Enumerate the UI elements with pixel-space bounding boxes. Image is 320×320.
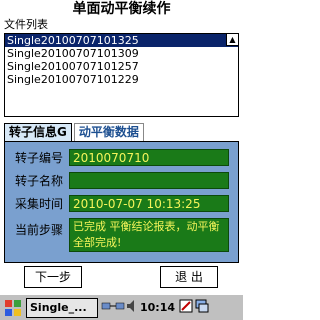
- rotor-no-label: 转子编号: [15, 151, 64, 165]
- rotor-no-field[interactable]: 2010070710: [69, 149, 229, 166]
- windows-start-icon[interactable]: [2, 297, 24, 319]
- volume-icon[interactable]: [126, 299, 136, 316]
- tab-balance-data[interactable]: 动平衡数据: [73, 123, 144, 142]
- exit-button[interactable]: 退 出: [160, 266, 218, 288]
- file-list-item[interactable]: Single20100707101325: [5, 34, 238, 47]
- time-field[interactable]: 2010-07-07 10:13:25: [69, 195, 229, 212]
- file-list-item[interactable]: Single20100707101229: [5, 73, 238, 86]
- system-tray: 10:14: [100, 298, 209, 317]
- tab-bar: 转子信息G 动平衡数据: [4, 123, 144, 142]
- windows-tray-icon[interactable]: [195, 298, 209, 317]
- step-label: 当前步骤: [15, 223, 64, 237]
- file-list-label: 文件列表: [4, 18, 48, 31]
- file-list[interactable]: Single20100707101325 Single2010070710130…: [4, 33, 239, 117]
- rotor-name-field[interactable]: [69, 172, 229, 189]
- rotor-name-label: 转子名称: [15, 174, 64, 188]
- page-title: 单面动平衡续作: [72, 1, 171, 17]
- file-list-item[interactable]: Single20100707101257: [5, 60, 238, 73]
- next-button[interactable]: 下一步: [24, 266, 82, 288]
- taskbar-app-button[interactable]: Single_...: [26, 297, 98, 318]
- rotor-info-panel: 转子编号 2010070710 转子名称 采集时间 2010-07-07 10:…: [4, 141, 239, 263]
- file-list-item[interactable]: Single20100707101309: [5, 47, 238, 60]
- tab-rotor-info[interactable]: 转子信息G: [4, 123, 72, 142]
- scroll-up-arrow-icon[interactable]: ▲: [226, 34, 238, 46]
- step-field[interactable]: 已完成 平衡结论报表，动平衡全部完成!: [69, 218, 229, 252]
- stylus-icon[interactable]: [179, 298, 193, 317]
- taskbar: Single_... 10:14: [0, 294, 243, 320]
- clock[interactable]: 10:14: [140, 301, 175, 314]
- network-icon[interactable]: [100, 298, 126, 317]
- time-label: 采集时间: [15, 197, 64, 211]
